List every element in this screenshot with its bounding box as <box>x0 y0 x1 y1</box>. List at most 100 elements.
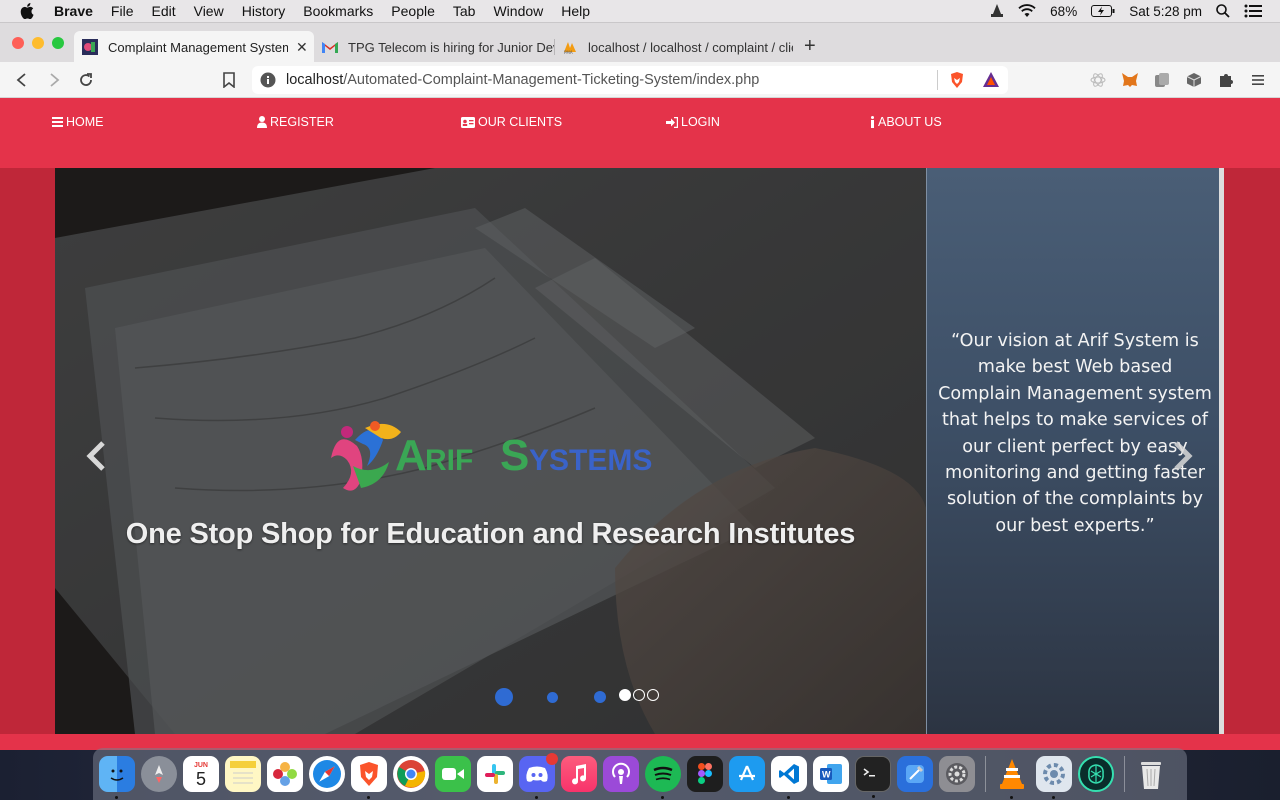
forward-button[interactable] <box>44 70 64 90</box>
site-navbar: HOME REGISTER OUR CLIENTS LOGIN ABOUT US <box>0 98 1280 168</box>
dot <box>547 691 558 703</box>
calendar-month: JUN <box>193 761 208 769</box>
zoom-window-button[interactable] <box>52 37 64 49</box>
svg-text:S: S <box>500 431 529 480</box>
svg-text:W: W <box>822 770 831 780</box>
dot <box>495 688 513 706</box>
app-store-icon[interactable] <box>729 756 765 792</box>
nav-about-us[interactable]: ABOUT US <box>870 115 942 129</box>
carousel-indicators <box>619 689 659 701</box>
browser-menu-icon[interactable] <box>1249 71 1267 89</box>
music-icon[interactable] <box>561 756 597 792</box>
apple-icon[interactable] <box>20 3 36 19</box>
menu-help[interactable]: Help <box>561 3 590 19</box>
tab-title: localhost / localhost / complaint / clie… <box>588 39 793 55</box>
notification-badge <box>546 753 558 765</box>
back-button[interactable] <box>12 70 32 90</box>
menu-tab[interactable]: Tab <box>453 3 476 19</box>
tab-close-icon[interactable]: ✕ <box>296 39 308 56</box>
brave-shields-icon[interactable] <box>948 71 966 93</box>
carousel-prev-icon[interactable] <box>85 440 109 477</box>
side-band-right <box>1224 168 1280 734</box>
carousel-indicator-1[interactable] <box>619 689 631 701</box>
launchpad-icon[interactable] <box>141 756 177 792</box>
svg-text:YSTEMS: YSTEMS <box>529 444 652 477</box>
photos-icon[interactable] <box>267 756 303 792</box>
carousel-indicator-2[interactable] <box>633 689 645 701</box>
nav-our-clients[interactable]: OUR CLIENTS <box>461 115 562 129</box>
spotify-icon[interactable] <box>645 756 681 799</box>
safari-icon[interactable] <box>309 756 345 792</box>
nav-label: HOME <box>66 115 104 129</box>
menu-window[interactable]: Window <box>493 3 543 19</box>
calendar-icon[interactable]: JUN 5 <box>183 756 219 792</box>
tab-title: TPG Telecom is hiring for Junior Develop… <box>348 39 554 55</box>
menu-view[interactable]: View <box>194 3 224 19</box>
metamask-icon[interactable] <box>1121 71 1139 89</box>
system-preferences-icon[interactable] <box>939 756 975 792</box>
battery-icon[interactable] <box>1091 5 1115 17</box>
podcasts-icon[interactable] <box>603 756 639 792</box>
vlc-status-icon[interactable] <box>990 4 1004 18</box>
wifi-icon[interactable] <box>1018 4 1036 18</box>
nav-login[interactable]: LOGIN <box>666 115 720 129</box>
facetime-icon[interactable] <box>435 756 471 792</box>
extension-copy-icon[interactable] <box>1153 71 1171 89</box>
chrome-icon[interactable] <box>393 756 429 792</box>
address-bar[interactable]: localhost/Automated-Complaint-Management… <box>252 66 1008 94</box>
minimize-window-button[interactable] <box>32 37 44 49</box>
dock-divider <box>985 756 986 792</box>
nav-register[interactable]: REGISTER <box>257 115 334 129</box>
clock[interactable]: Sat 5:28 pm <box>1129 4 1202 19</box>
side-band-left <box>0 168 55 734</box>
brave-rewards-icon[interactable] <box>982 71 1000 93</box>
react-devtools-icon[interactable] <box>1089 71 1107 89</box>
close-window-button[interactable] <box>12 37 24 49</box>
extensions-puzzle-icon[interactable] <box>1217 71 1235 89</box>
slack-icon[interactable] <box>477 756 513 792</box>
menu-people[interactable]: People <box>391 3 435 19</box>
bookmark-icon[interactable] <box>219 70 239 90</box>
nav-label: REGISTER <box>270 115 334 129</box>
discord-icon[interactable] <box>519 753 558 799</box>
tab-tpg-telecom[interactable]: TPG Telecom is hiring for Junior Develop… <box>314 31 554 63</box>
spotlight-search-icon[interactable] <box>1216 4 1230 18</box>
control-center-icon[interactable] <box>1244 4 1262 18</box>
terminal-icon[interactable] <box>855 756 891 798</box>
menu-history[interactable]: History <box>242 3 286 19</box>
tab-phpmyadmin[interactable]: PMA localhost / localhost / complaint / … <box>554 31 794 63</box>
site-info-icon[interactable] <box>260 72 276 88</box>
menu-app-name[interactable]: Brave <box>54 3 93 19</box>
hero-carousel[interactable]: A RIF S YSTEMS One Stop Shop for Educati… <box>55 168 926 734</box>
trash-icon[interactable] <box>1133 756 1169 792</box>
dock: JUN 5 W <box>93 748 1187 800</box>
vscode-icon[interactable] <box>771 756 807 799</box>
brave-icon[interactable] <box>351 756 387 799</box>
word-icon[interactable]: W <box>813 756 849 792</box>
svg-text:PMA: PMA <box>564 50 573 54</box>
tab-complaint-management[interactable]: Complaint Management System ✕ <box>74 31 314 63</box>
nav-home[interactable]: HOME <box>52 115 104 129</box>
xcode-icon[interactable] <box>897 756 933 792</box>
extension-cube-icon[interactable] <box>1185 71 1203 89</box>
browser-toolbar: localhost/Automated-Complaint-Management… <box>0 62 1280 98</box>
ai-icon[interactable] <box>1078 756 1114 792</box>
id-card-icon <box>461 116 475 128</box>
figma-icon[interactable] <box>687 756 723 792</box>
dot <box>594 691 606 703</box>
new-tab-button[interactable]: + <box>804 36 816 56</box>
utility-icon[interactable] <box>1036 756 1072 799</box>
finder-icon[interactable] <box>99 756 135 799</box>
menu-bookmarks[interactable]: Bookmarks <box>303 3 373 19</box>
url-path: /Automated-Complaint-Management-Ticketin… <box>343 72 760 88</box>
carousel-indicator-3[interactable] <box>647 689 659 701</box>
dock-divider <box>1124 756 1125 792</box>
reload-button[interactable] <box>76 70 96 90</box>
url-host: localhost <box>286 72 344 88</box>
menu-file[interactable]: File <box>111 3 134 19</box>
web-page: HOME REGISTER OUR CLIENTS LOGIN ABOUT US <box>0 98 1280 750</box>
notes-icon[interactable] <box>225 756 261 792</box>
menu-edit[interactable]: Edit <box>151 3 175 19</box>
carousel-next-icon[interactable] <box>1170 440 1194 477</box>
vlc-icon[interactable] <box>994 756 1030 799</box>
